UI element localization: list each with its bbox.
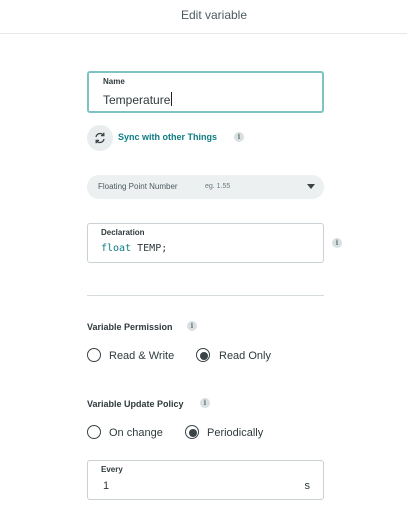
declaration-field[interactable]: Declaration float TEMP; [87,223,324,263]
declaration-rest: TEMP; [131,243,168,254]
radio-read-write-label[interactable]: Read & Write [109,350,174,362]
section-divider [87,295,324,296]
update-policy-info-icon[interactable]: i [200,398,210,408]
radio-periodically-label[interactable]: Periodically [207,427,263,439]
permission-info-icon[interactable]: i [187,321,197,331]
every-input[interactable]: 1 [103,480,109,492]
radio-periodically[interactable] [185,425,199,439]
radio-on-change[interactable] [87,425,101,439]
name-field-input[interactable]: Temperature [103,92,173,107]
every-field[interactable]: Every 1 s [87,460,324,500]
type-select-value: Floating Point Number [98,182,178,191]
declaration-code: float TEMP; [101,243,167,254]
update-policy-title: Variable Update Policy [87,399,184,409]
every-unit: s [304,480,311,492]
declaration-keyword: float [101,243,132,254]
type-select-hint: eg. 1.55 [205,183,231,190]
radio-on-change-label[interactable]: On change [109,427,163,439]
permission-title: Variable Permission [87,322,173,332]
name-field[interactable]: Name Temperature [87,71,324,113]
every-label: Every [101,465,123,474]
radio-read-write[interactable] [87,348,101,362]
name-field-label: Name [103,77,125,86]
sync-info-icon[interactable]: i [234,132,244,142]
sync-link[interactable]: Sync with other Things [118,132,217,142]
declaration-info-icon[interactable]: i [332,238,342,248]
name-field-value: Temperature [103,93,171,107]
chevron-down-icon [307,184,315,189]
sync-icon [95,132,105,144]
type-select[interactable]: Floating Point Number eg. 1.55 [87,175,324,199]
radio-read-only[interactable] [196,348,210,362]
header-divider [0,33,407,34]
radio-read-only-label[interactable]: Read Only [219,350,271,362]
declaration-label: Declaration [101,228,145,237]
text-cursor [171,92,173,106]
sync-button[interactable] [87,125,113,151]
page-title: Edit variable [180,8,248,22]
